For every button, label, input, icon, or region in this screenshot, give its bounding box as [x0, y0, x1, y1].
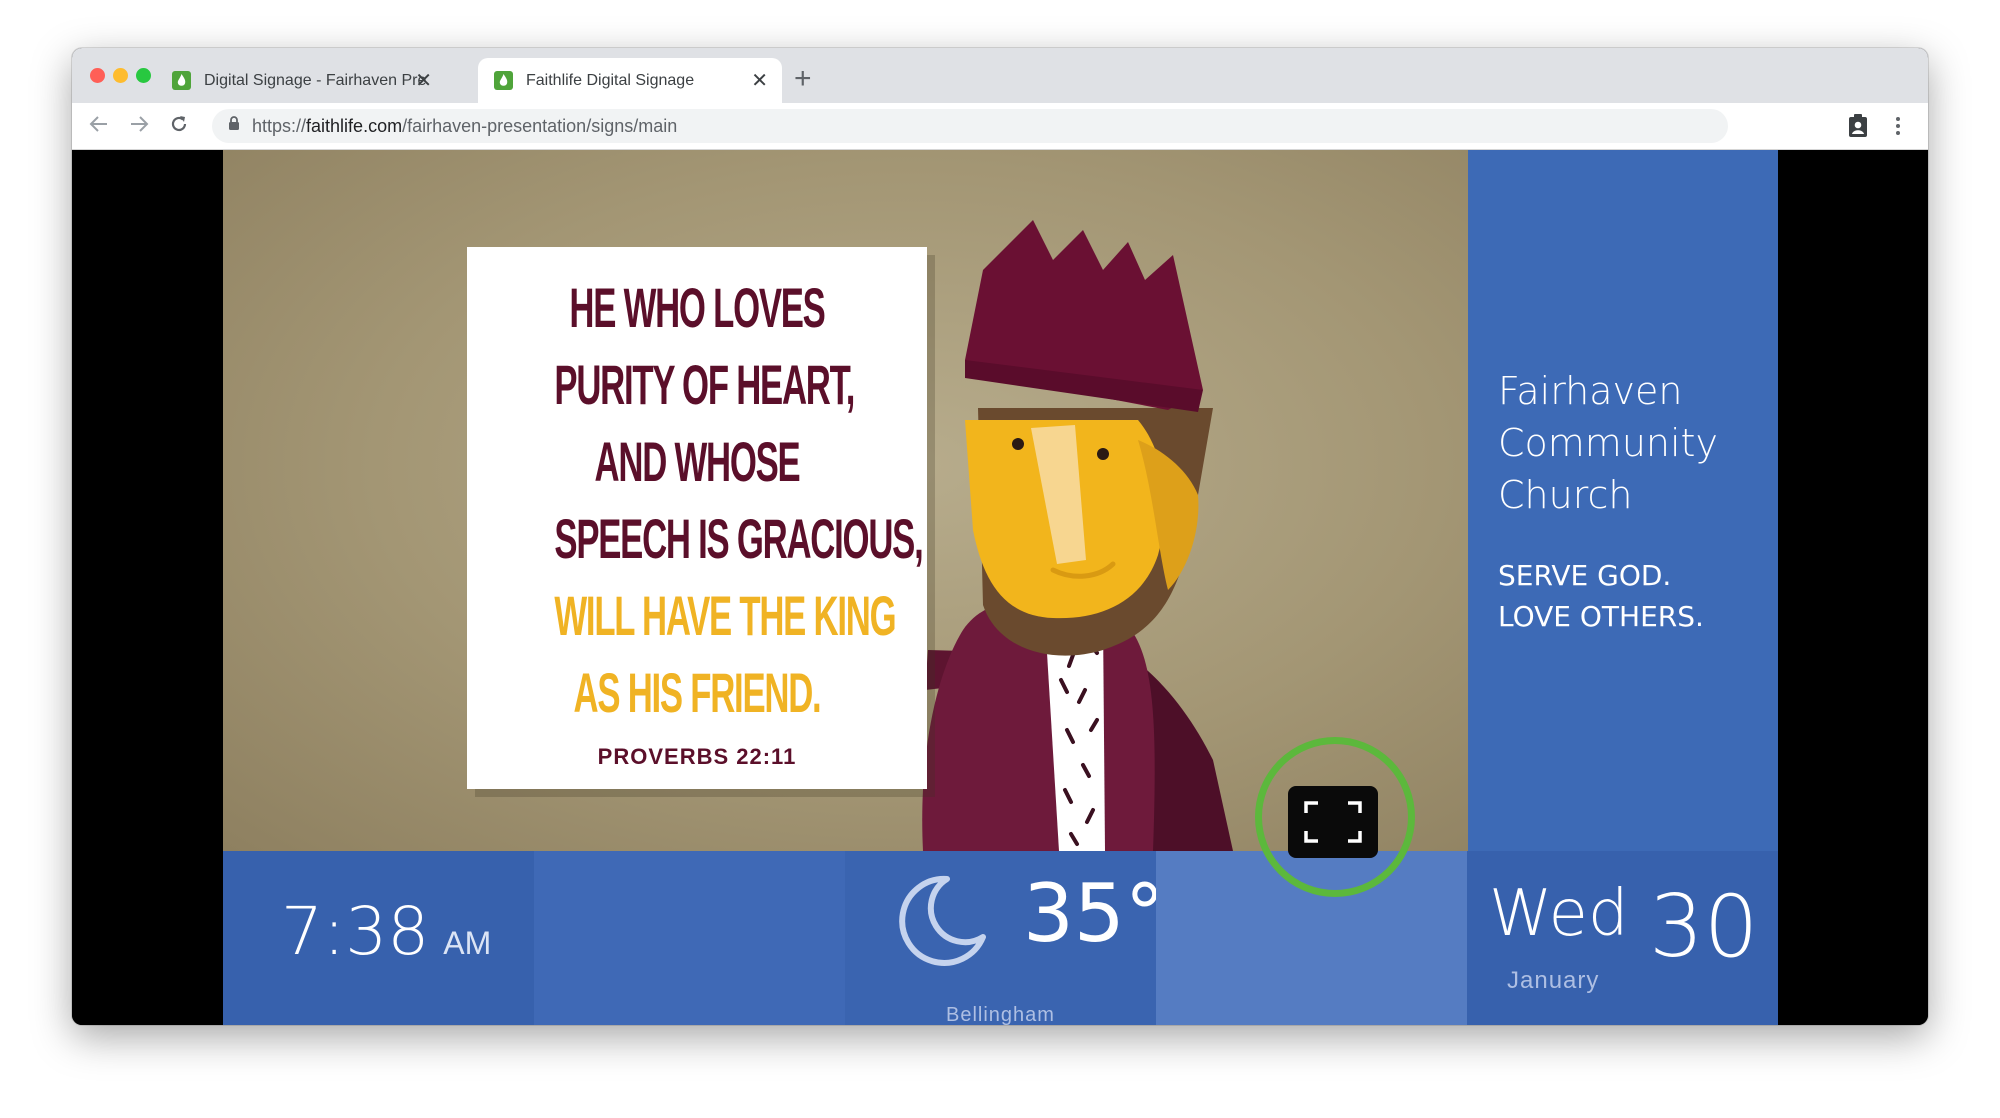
browser-window: Digital Signage - Fairhaven Pre ✕ Faithl…	[72, 48, 1928, 1025]
scripture-card: HE WHO LOVES PURITY OF HEART, AND WHOSE …	[467, 247, 927, 789]
tab-faithlife-digital-signage[interactable]: Faithlife Digital Signage ✕	[478, 58, 782, 103]
new-tab-icon[interactable]: +	[794, 62, 812, 96]
profile-icon[interactable]	[1848, 114, 1868, 143]
info-bar: 7:38 AM 35° Bellingham Wed January 30	[223, 851, 1778, 1025]
tab-title: Digital Signage - Fairhaven Pre	[204, 71, 426, 89]
maximize-window-button[interactable]	[136, 68, 151, 83]
url-text: https://faithlife.com/fairhaven-presenta…	[252, 115, 678, 136]
faithlife-favicon-icon	[494, 71, 513, 90]
weather-city: Bellingham	[946, 1004, 1055, 1025]
church-motto: SERVE GOD. LOVE OTHERS.	[1498, 555, 1704, 637]
menu-kebab-icon[interactable]	[1895, 116, 1901, 141]
close-tab-icon[interactable]: ✕	[415, 68, 432, 93]
empty-panel	[534, 851, 845, 1025]
scripture-slide: HE WHO LOVES PURITY OF HEART, AND WHOSE …	[223, 150, 1468, 851]
minimize-window-button[interactable]	[113, 68, 128, 83]
verse-line: AND WHOSE	[594, 430, 801, 493]
motto-line: LOVE OTHERS.	[1498, 600, 1704, 633]
month: January	[1507, 967, 1600, 994]
temperature: 35°	[1023, 867, 1165, 960]
date-panel: Wed January 30	[1467, 851, 1778, 1025]
day-of-month: 30	[1649, 877, 1759, 977]
reload-icon[interactable]	[168, 113, 190, 141]
tab-bar: Digital Signage - Fairhaven Pre ✕ Faithl…	[72, 48, 1928, 103]
verse-line: SPEECH IS GRACIOUS,	[554, 507, 923, 570]
church-name-line: Church	[1498, 473, 1633, 517]
church-name-line: Fairhaven	[1498, 369, 1683, 413]
motto-line: SERVE GOD.	[1498, 559, 1672, 592]
address-bar[interactable]: https://faithlife.com/fairhaven-presenta…	[212, 109, 1728, 143]
verse-line: PURITY OF HEART,	[554, 353, 855, 416]
signage-viewport: HE WHO LOVES PURITY OF HEART, AND WHOSE …	[72, 150, 1928, 1025]
verse-line-highlight: WILL HAVE THE KING	[554, 584, 896, 647]
clock-ampm: AM	[443, 925, 492, 961]
moon-icon	[899, 875, 986, 966]
forward-arrow-icon[interactable]	[128, 113, 150, 141]
tab-digital-signage[interactable]: Digital Signage - Fairhaven Pre ✕	[156, 58, 446, 103]
church-sidebar: Fairhaven Community Church SERVE GOD. LO…	[1468, 150, 1778, 851]
scripture-reference: PROVERBS 22:11	[597, 744, 797, 769]
verse-line: HE WHO LOVES	[569, 276, 825, 339]
close-tab-icon[interactable]: ✕	[751, 68, 768, 93]
church-name: Fairhaven Community Church	[1498, 365, 1718, 521]
faithlife-favicon-icon	[172, 71, 191, 90]
back-arrow-icon[interactable]	[88, 113, 110, 141]
clock-time: 7:38	[281, 893, 430, 970]
weekday: Wed	[1489, 877, 1629, 951]
church-name-line: Community	[1498, 421, 1718, 465]
scripture-verse: HE WHO LOVES PURITY OF HEART, AND WHOSE …	[554, 269, 923, 731]
clock: 7:38 AM	[281, 893, 491, 970]
verse-line-highlight: AS HIS FRIEND.	[573, 661, 822, 724]
lock-icon	[228, 116, 240, 136]
clock-panel: 7:38 AM	[223, 851, 534, 1025]
highlight-ring	[1255, 737, 1415, 897]
weather-panel: 35° Bellingham	[845, 851, 1165, 1025]
close-window-button[interactable]	[90, 68, 105, 83]
browser-toolbar: https://faithlife.com/fairhaven-presenta…	[72, 103, 1928, 150]
tab-title: Faithlife Digital Signage	[526, 71, 695, 89]
